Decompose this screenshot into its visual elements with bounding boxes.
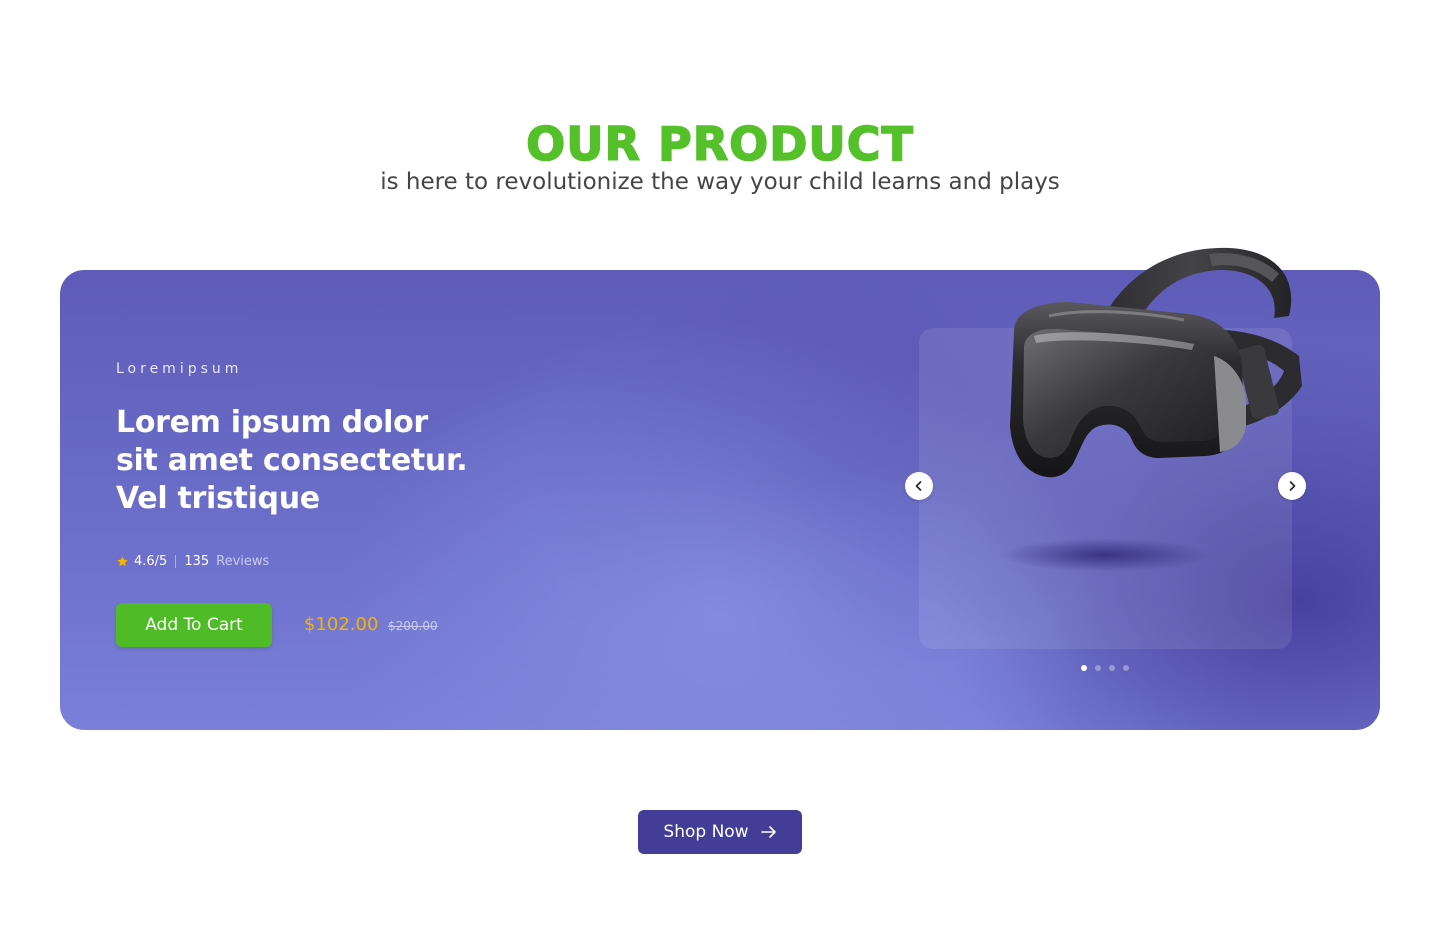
- carousel-prev-button[interactable]: [905, 472, 933, 500]
- current-price: $102.00: [304, 614, 379, 635]
- reviews-label: Reviews: [216, 553, 270, 569]
- product-eyebrow: Loremipsum: [116, 361, 243, 377]
- shop-now-button[interactable]: Shop Now: [638, 810, 802, 854]
- rating-divider: [175, 554, 177, 568]
- carousel-next-button[interactable]: [1278, 472, 1306, 500]
- product-headline: Lorem ipsum dolor sit amet consectetur. …: [116, 405, 468, 516]
- carousel-dot[interactable]: [1109, 665, 1115, 671]
- star-icon: [117, 555, 128, 566]
- vr-headset-image: [1010, 247, 1302, 478]
- add-to-cart-button[interactable]: Add To Cart: [116, 603, 272, 647]
- carousel-dots: [1081, 665, 1129, 671]
- rating-row: 4.6/5 135 Reviews: [116, 552, 269, 570]
- arrow-right-icon: [760, 826, 776, 838]
- carousel-dot[interactable]: [1123, 665, 1129, 671]
- section-subtitle: is here to revolutionize the way your ch…: [380, 169, 1060, 195]
- original-price: $200.00: [388, 619, 438, 633]
- carousel-dot[interactable]: [1095, 665, 1101, 671]
- shop-now-label: Shop Now: [663, 822, 749, 842]
- product-banner: Loremipsum Lorem ipsum dolor sit amet co…: [60, 247, 1380, 730]
- carousel-dot[interactable]: [1081, 665, 1087, 671]
- review-count: 135: [184, 553, 210, 569]
- chevron-left-icon: [915, 481, 922, 491]
- product-shadow: [1000, 538, 1210, 572]
- rating-value: 4.6/5: [134, 553, 168, 569]
- chevron-right-icon: [1289, 481, 1296, 491]
